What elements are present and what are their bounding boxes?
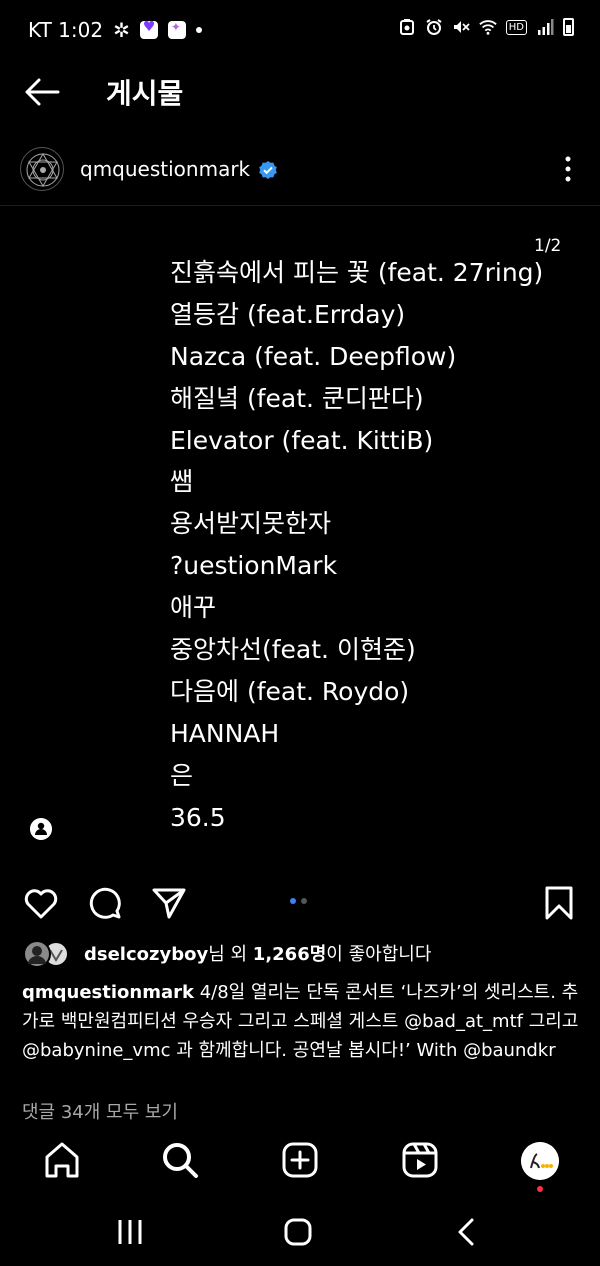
likes-user[interactable]: dselcozyboy <box>84 944 208 965</box>
notification-dot <box>537 1186 543 1192</box>
dot-icon <box>195 27 202 33</box>
track-item: 애꾸 <box>170 593 217 623</box>
author-username[interactable]: qmquestionmark <box>80 157 250 181</box>
carousel-dot-active <box>290 898 296 904</box>
recorder-icon <box>399 19 414 35</box>
search-icon[interactable] <box>160 1140 200 1180</box>
signal-icon <box>538 19 554 35</box>
home-circle-icon[interactable] <box>278 1212 318 1252</box>
mute-icon <box>453 21 470 33</box>
likes-count[interactable]: 1,266명 <box>253 944 327 965</box>
track-item: 다음에 (feat. Roydo) <box>170 676 410 706</box>
track-item: 쌤 <box>170 467 194 497</box>
carousel-dot <box>301 898 307 904</box>
carrier-time: KT 1:02 <box>28 18 104 42</box>
liker-avatars[interactable] <box>22 940 72 968</box>
wifi-icon <box>479 20 497 35</box>
profile-avatar[interactable] <box>521 1142 559 1180</box>
comment-icon[interactable] <box>86 884 124 922</box>
share-icon[interactable] <box>150 884 188 922</box>
app-cat-icon <box>167 20 186 39</box>
bookmark-icon[interactable] <box>540 884 578 922</box>
track-item: 은 <box>170 760 194 790</box>
track-item: Elevator (feat. KittiB) <box>170 425 434 455</box>
pinwheel-icon: ✲ <box>113 18 130 42</box>
profile-image-icon <box>521 1142 559 1180</box>
status-right: HD <box>398 18 574 36</box>
more-options-icon[interactable] <box>556 155 580 183</box>
track-item: ?uestionMark <box>170 551 338 581</box>
app-heart-icon <box>139 19 158 39</box>
author-avatar[interactable] <box>20 147 64 191</box>
home-icon[interactable] <box>42 1140 82 1180</box>
back-chevron-icon[interactable] <box>448 1212 488 1252</box>
recents-icon[interactable] <box>110 1212 150 1252</box>
track-item: 진흙속에서 피는 꽃 (feat. 27ring) <box>170 258 544 287</box>
carousel-indicator <box>290 898 307 904</box>
track-item: 열등감 (feat.Errday) <box>170 299 406 329</box>
header-divider <box>0 205 600 206</box>
likes-suffix: 이 좋아합니다 <box>326 944 432 965</box>
likes-middle: 님 외 <box>208 944 253 965</box>
verified-badge-icon <box>259 161 277 179</box>
page-title: 게시물 <box>106 77 184 110</box>
track-item: 용서받지못한자 <box>170 509 332 539</box>
view-comments-link[interactable]: 댓글 34개 모두 보기 <box>22 1098 178 1124</box>
status-bar: KT 1:02 ✲ HD <box>0 0 600 60</box>
track-item: 중앙차선(feat. 이현준) <box>170 635 416 665</box>
reels-icon[interactable] <box>400 1140 440 1180</box>
hd-icon: HD <box>505 19 527 35</box>
track-item: HANNAH <box>170 718 280 748</box>
likes-summary[interactable]: dselcozyboy님 외 1,266명이 좋아합니다 <box>84 940 431 966</box>
alarm-icon <box>426 19 442 35</box>
track-item: Nazca (feat. Deepflow) <box>170 341 457 371</box>
track-item: 36.5 <box>170 802 226 832</box>
tracklist: 진흙속에서 피는 꽃 (feat. 27ring) 열등감 (feat.Errd… <box>170 252 543 838</box>
battery-icon <box>563 18 574 36</box>
back-arrow-icon[interactable] <box>22 74 62 110</box>
avatar-emblem-icon <box>26 153 60 187</box>
track-item: 해질녘 (feat. 쿤디판다) <box>170 383 424 413</box>
caption-username[interactable]: qmquestionmark <box>22 982 194 1003</box>
tagged-users-icon[interactable] <box>30 818 52 840</box>
status-left: KT 1:02 ✲ <box>28 18 202 42</box>
create-post-icon[interactable] <box>280 1140 320 1180</box>
post-caption: qmquestionmark 4/8일 열리는 단독 콘서트 ‘나즈카’의 셋리… <box>22 978 582 1065</box>
heart-icon[interactable] <box>22 884 60 922</box>
